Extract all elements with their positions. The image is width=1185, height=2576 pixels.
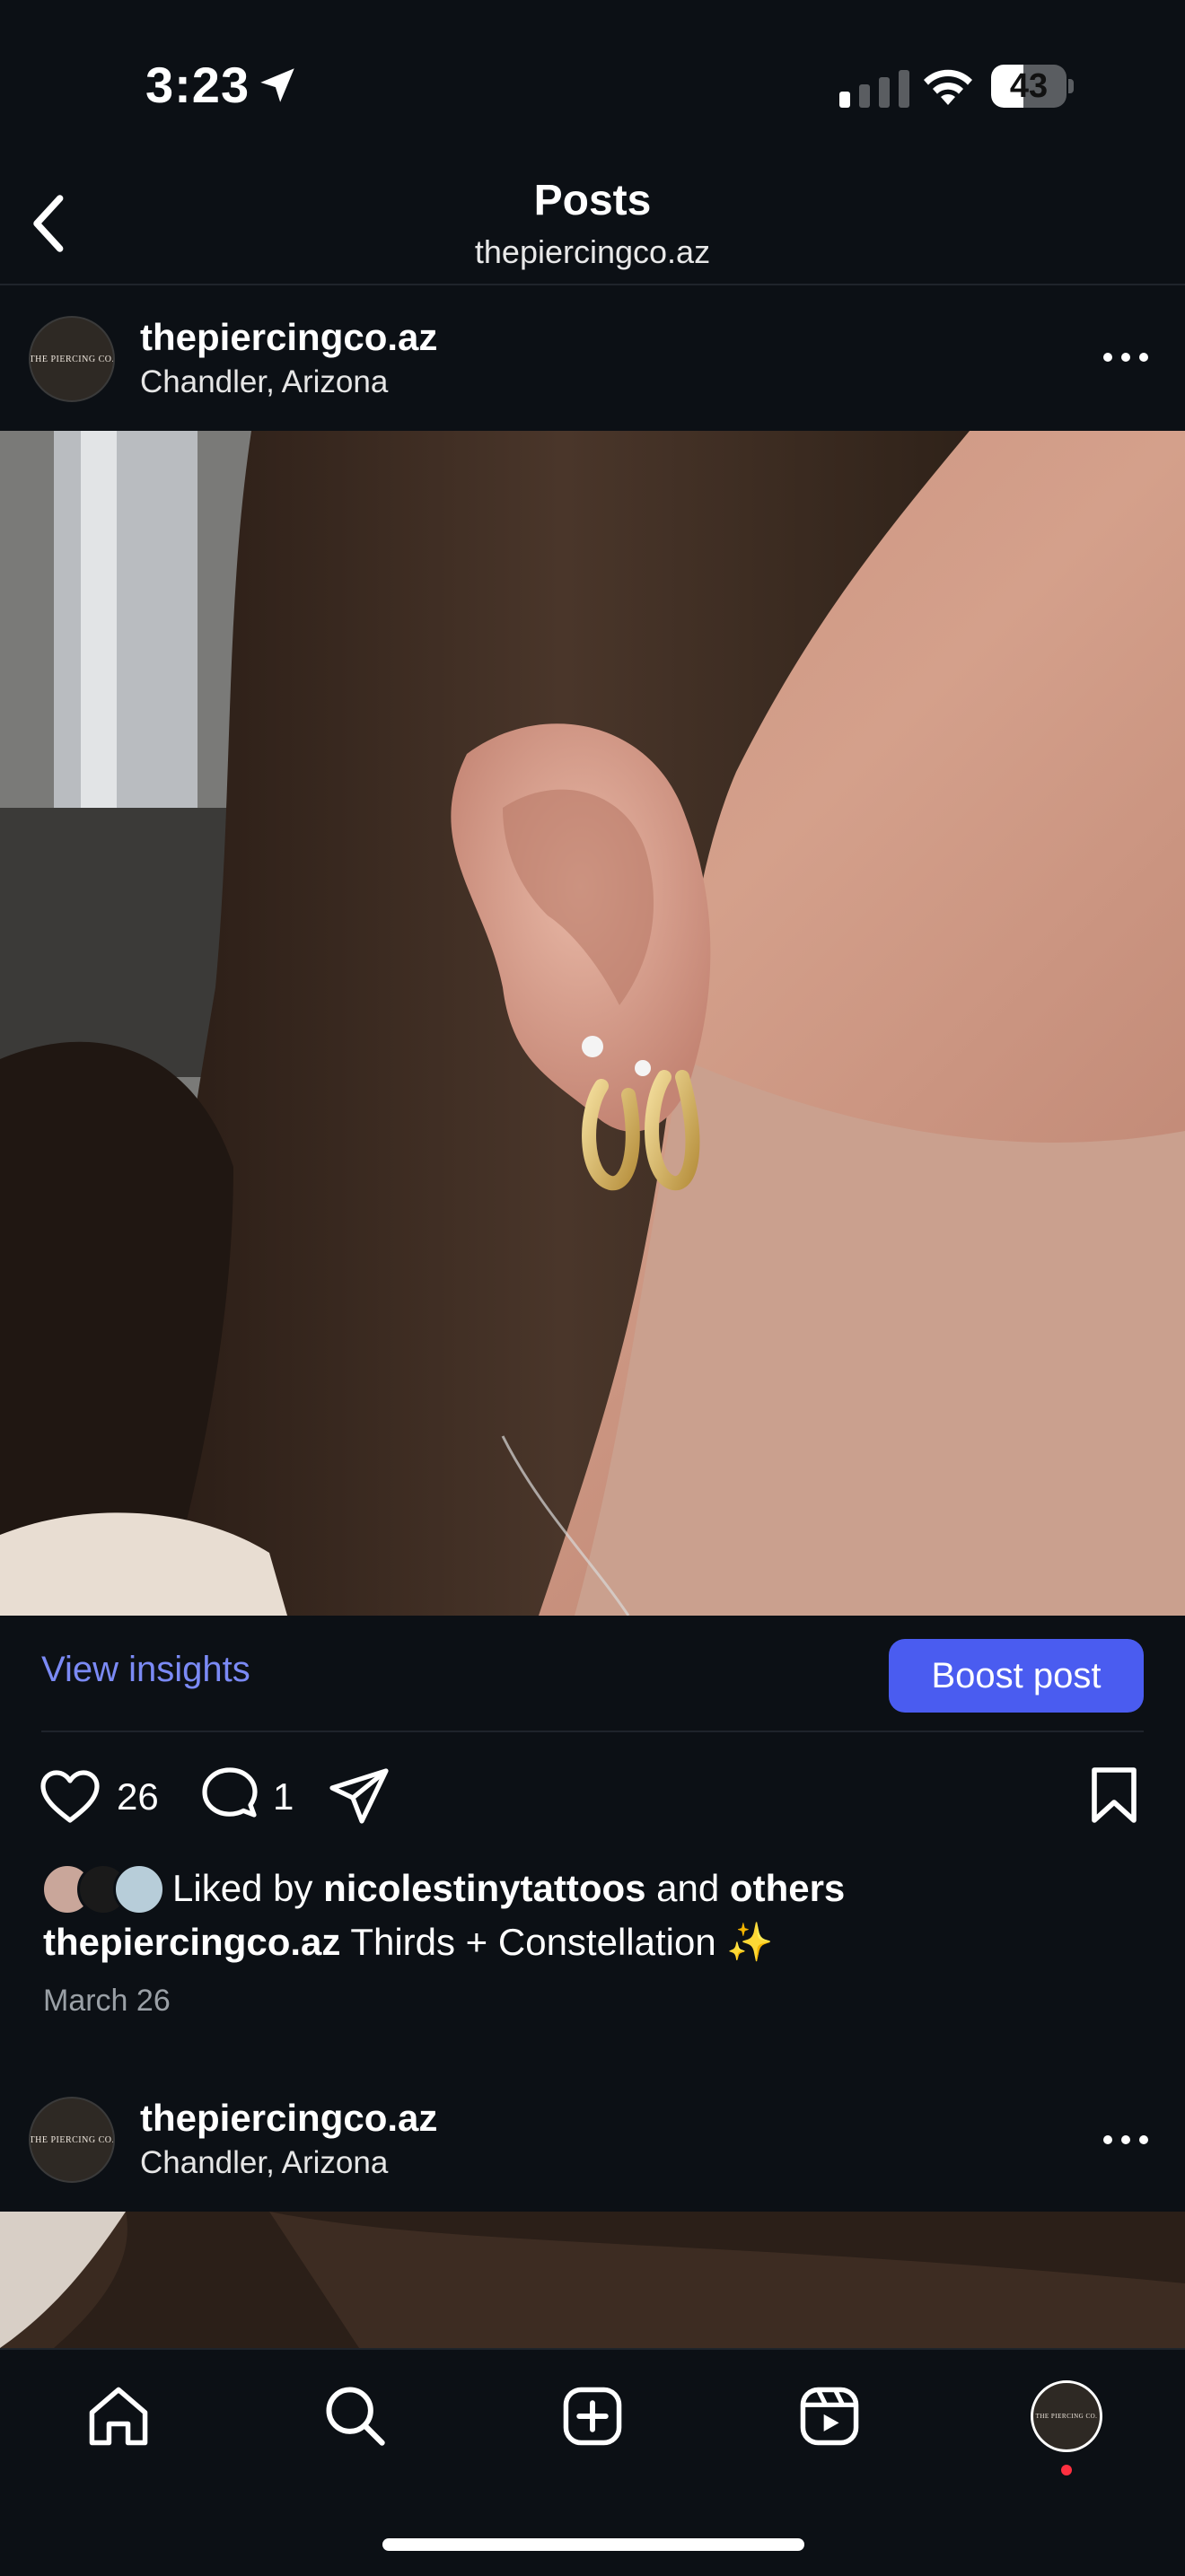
like-count[interactable]: 26 (117, 1775, 159, 1818)
liked-by-and: and (656, 1867, 720, 1909)
page-title: Posts (533, 177, 652, 224)
header-divider (0, 284, 1185, 285)
caption-text: Thirds + Constellation ✨ (350, 1921, 774, 1963)
post-caption: thepiercingco.az Thirds + Constellation … (43, 1921, 774, 1965)
reels-icon[interactable] (795, 2382, 864, 2450)
notification-dot (1061, 2465, 1072, 2475)
comment-count[interactable]: 1 (273, 1775, 294, 1818)
search-icon[interactable] (321, 2382, 390, 2450)
share-send-icon[interactable] (327, 1765, 391, 1827)
caption-username[interactable]: thepiercingco.az (43, 1921, 340, 1963)
liked-by-prefix: Liked by (172, 1867, 313, 1909)
next-post-author-avatar[interactable]: THE PIERCING CO. (29, 2097, 115, 2183)
liked-by-avatars[interactable] (41, 1863, 167, 1915)
more-options-icon[interactable] (1099, 2131, 1153, 2149)
battery-indicator: 43 (991, 65, 1074, 108)
home-icon[interactable] (84, 2382, 153, 2450)
ear-piercing-photo (0, 431, 1185, 1616)
liked-by-others[interactable]: others (730, 1867, 845, 1909)
wifi-icon (924, 69, 972, 105)
liker-avatar (113, 1863, 165, 1915)
avatar-logo-text: THE PIERCING CO. (1035, 2413, 1098, 2420)
bookmark-icon[interactable] (1088, 1765, 1140, 1826)
post-location[interactable]: Chandler, Arizona (140, 364, 388, 400)
boost-post-button[interactable]: Boost post (889, 1639, 1144, 1713)
next-post-photo[interactable] (0, 2212, 1185, 2348)
next-post-username[interactable]: thepiercingco.az (140, 2097, 437, 2140)
avatar-logo-text: THE PIERCING CO. (29, 2134, 115, 2145)
post-photo[interactable] (0, 431, 1185, 1616)
profile-tab-avatar[interactable]: THE PIERCING CO. (1031, 2380, 1102, 2452)
view-insights-link[interactable]: View insights (41, 1650, 250, 1690)
create-post-icon[interactable] (558, 2382, 627, 2450)
post-username[interactable]: thepiercingco.az (140, 316, 437, 359)
cellular-signal-icon (839, 70, 909, 108)
page-subtitle: thepiercingco.az (474, 233, 711, 270)
post-date: March 26 (43, 1984, 171, 2018)
avatar-logo-text: THE PIERCING CO. (29, 354, 115, 364)
location-arrow-icon (260, 68, 294, 102)
more-options-icon[interactable] (1099, 348, 1153, 366)
next-post-location[interactable]: Chandler, Arizona (140, 2145, 388, 2181)
liked-by-text[interactable]: Liked by nicolestinytattoos and others (172, 1867, 845, 1910)
battery-level-text: 43 (1009, 67, 1049, 105)
liked-by-username[interactable]: nicolestinytattoos (323, 1867, 645, 1909)
home-indicator[interactable] (382, 2538, 804, 2551)
next-photo-preview (0, 2212, 1185, 2348)
status-time: 3:23 (145, 57, 250, 113)
post-author-avatar[interactable]: THE PIERCING CO. (29, 316, 115, 402)
insights-divider (41, 1730, 1144, 1732)
heart-icon[interactable] (38, 1768, 102, 1826)
comment-icon[interactable] (199, 1765, 260, 1827)
